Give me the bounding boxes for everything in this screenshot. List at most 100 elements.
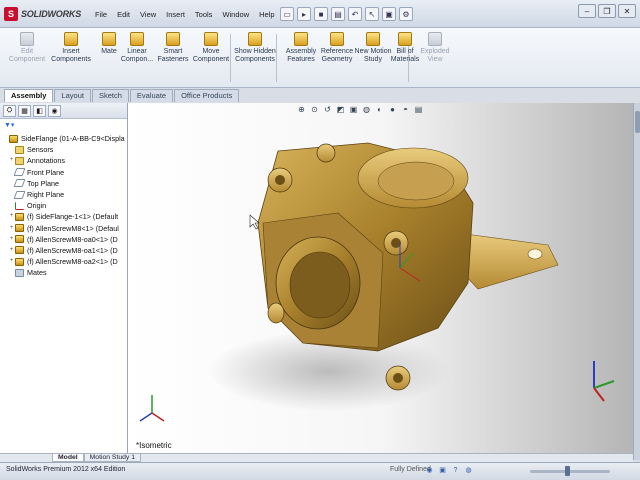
scroll-thumb[interactable]	[635, 111, 640, 133]
close-icon[interactable]: ✕	[618, 4, 636, 18]
tree-item[interactable]: + (f) SideFlange-1<1> (Default	[0, 211, 127, 222]
flange-hole	[527, 248, 543, 260]
status-icons: ◉ ▣ ? ◍	[425, 466, 473, 475]
tab-office-products[interactable]: Office Products	[174, 89, 240, 102]
tree-item[interactable]: Front Plane	[0, 167, 127, 178]
filter-icon[interactable]: ▼▾	[4, 121, 123, 131]
tab-model[interactable]: Model	[52, 454, 84, 462]
tree-item[interactable]: Mates	[0, 267, 127, 278]
part-icon	[15, 246, 24, 255]
allen-screw[interactable]	[383, 230, 409, 256]
command-label: Assembly Features	[285, 48, 317, 63]
edit-component-button[interactable]: Edit Component	[4, 32, 50, 63]
tree-item[interactable]: Right Plane	[0, 189, 127, 200]
move-component-button[interactable]: Move Component	[188, 32, 234, 63]
menu-file[interactable]: File	[90, 10, 112, 19]
restore-icon[interactable]: ❐	[598, 4, 616, 18]
menu-tools[interactable]: Tools	[190, 10, 218, 19]
feature-tree: SideFlange (01-A-BB-C9<Displa Sensors + Ann…	[0, 133, 127, 278]
tree-item[interactable]: Sensors	[0, 144, 127, 155]
plane-icon	[13, 168, 26, 177]
assembly-features-icon	[294, 32, 308, 46]
zoom-slider[interactable]	[530, 470, 610, 473]
new-icon[interactable]: ▭	[280, 7, 294, 21]
tree-item[interactable]: + (f) AllenScrewM8-oa1<1> (D	[0, 245, 127, 256]
tree-item[interactable]: Top Plane	[0, 178, 127, 189]
menu-help[interactable]: Help	[254, 10, 279, 19]
menu-window[interactable]: Window	[217, 10, 254, 19]
allen-screw[interactable]	[267, 167, 293, 193]
expand-icon[interactable]: +	[8, 155, 15, 166]
expand-icon[interactable]: +	[8, 245, 15, 256]
title-bar: S SOLIDWORKS File Edit View Insert Tools Wind…	[0, 0, 640, 28]
tree-item[interactable]: SideFlange (01-A-BB-C9<Displa	[0, 133, 127, 144]
part-icon	[15, 212, 24, 221]
allen-screw[interactable]	[385, 365, 411, 391]
tab-motion-study-1[interactable]: Motion Study 1	[83, 454, 141, 462]
panel-tabs: ⛭ ▦ ◧ ◉	[0, 103, 127, 119]
tree-item-label: Right Plane	[27, 189, 65, 199]
configuration-manager-tab-icon[interactable]: ◧	[33, 105, 46, 117]
open-icon[interactable]: ▸	[297, 7, 311, 21]
linear-pattern-icon	[130, 32, 144, 46]
assembly-icon	[9, 134, 18, 143]
vertical-scrollbar[interactable]	[633, 103, 640, 460]
exploded-view-button[interactable]: Exploded View	[412, 32, 458, 63]
allen-screw[interactable]	[267, 302, 285, 324]
tree-item[interactable]: Origin	[0, 200, 127, 211]
rebuild-icon[interactable]: ▣	[382, 7, 396, 21]
flange-base[interactable]	[457, 232, 559, 290]
expand-icon[interactable]: +	[8, 223, 15, 234]
tab-layout[interactable]: Layout	[54, 89, 91, 102]
select-icon[interactable]: ↖	[365, 7, 379, 21]
expand-icon[interactable]: +	[8, 211, 15, 222]
show-hidden-components-button[interactable]: Show Hidden Components	[232, 32, 278, 63]
print-icon[interactable]: ▤	[331, 7, 345, 21]
expand-icon[interactable]: +	[8, 234, 15, 245]
command-label: Edit Component	[8, 48, 46, 63]
options-icon[interactable]: ⚙	[399, 7, 413, 21]
rebuild-status-icon[interactable]: ◉	[425, 466, 434, 475]
plane-icon	[13, 190, 26, 199]
tab-evaluate[interactable]: Evaluate	[129, 89, 174, 102]
command-label: Smart Fasteners	[157, 48, 189, 63]
expand-icon[interactable]: +	[8, 256, 15, 267]
reference-triad-icon[interactable]	[139, 395, 165, 422]
tree-item-label: Sensors	[27, 145, 54, 155]
tree-item-label: Front Plane	[27, 167, 65, 177]
allen-screw[interactable]	[316, 143, 336, 163]
origin-icon	[15, 201, 24, 210]
display-manager-tab-icon[interactable]: ◉	[48, 105, 61, 117]
menu-edit[interactable]: Edit	[112, 10, 135, 19]
tree-item[interactable]: + (f) AllenScrewM8-oa0<1> (D	[0, 234, 127, 245]
minimize-icon[interactable]: –	[578, 4, 596, 18]
tree-item-label: Top Plane	[27, 178, 59, 188]
save-icon[interactable]: ■	[314, 7, 328, 21]
menu-view[interactable]: View	[135, 10, 161, 19]
window-controls: – ❐ ✕	[578, 4, 636, 18]
show-hidden-icon	[248, 32, 262, 46]
property-manager-tab-icon[interactable]: ▦	[18, 105, 31, 117]
app-logo[interactable]: S SOLIDWORKS	[4, 7, 81, 21]
graphics-area[interactable]: ⊕ ⊙ ↺ ◩ ▣ ◍ ◐ ● ◓ ▤ *Isometric	[128, 103, 633, 453]
feature-manager-tab-icon[interactable]: ⛭	[3, 105, 16, 117]
insert-components-icon	[64, 32, 78, 46]
quick-tips-icon[interactable]: ?	[451, 466, 460, 475]
view-triad-icon[interactable]	[593, 361, 615, 402]
tree-item[interactable]: + (f) AllenScrewM8<1> (Defaul	[0, 223, 127, 234]
model-render[interactable]	[128, 103, 633, 453]
command-label: Exploded View	[420, 48, 450, 63]
command-manager: Edit Component Insert Components Mate Linea…	[0, 28, 640, 88]
tab-assembly[interactable]: Assembly	[4, 89, 54, 102]
units-icon[interactable]: ▣	[438, 466, 447, 475]
status-edition: SolidWorks Premium 2012 x64 Edition	[6, 466, 126, 473]
tree-item[interactable]: + Annotations	[0, 155, 127, 166]
reference-geometry-icon	[330, 32, 344, 46]
tree-item[interactable]: + (f) AllenScrewM8-oa2<1> (D	[0, 256, 127, 267]
notification-icon[interactable]: ◍	[464, 466, 473, 475]
tab-sketch[interactable]: Sketch	[91, 89, 129, 102]
command-label: Show Hidden Components	[234, 48, 276, 63]
menu-insert[interactable]: Insert	[161, 10, 190, 19]
undo-icon[interactable]: ↶	[348, 7, 362, 21]
zoom-slider-knob[interactable]	[565, 466, 570, 476]
